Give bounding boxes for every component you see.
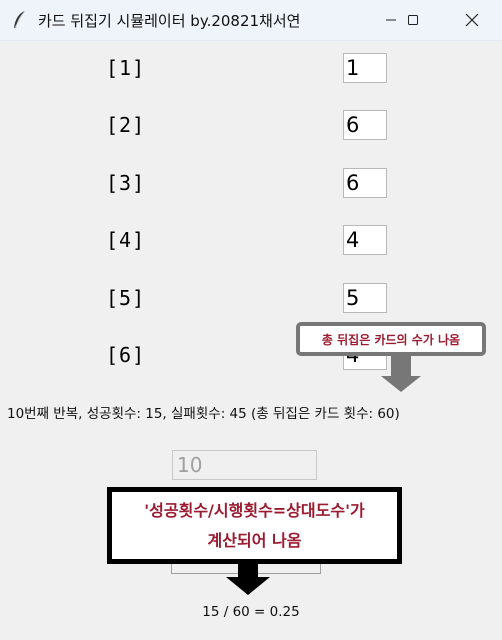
- result-text: 15 / 60 = 0.25: [202, 604, 300, 620]
- value-field-2[interactable]: 6: [343, 110, 387, 140]
- maximize-button[interactable]: [390, 0, 436, 40]
- relative-frequency-annotation: '성공횟수/시행횟수=상대도수'가 계산되어 나옴: [107, 487, 402, 564]
- feather-icon: [10, 9, 30, 31]
- arrow-down-icon: [226, 561, 270, 595]
- value-field-4[interactable]: 4: [343, 225, 387, 255]
- arrow-down-icon: [381, 356, 421, 392]
- status-text: 10번째 반복, 성공횟수: 15, 실패횟수: 45 (총 뒤집은 카드 횟수…: [7, 406, 400, 422]
- row-label-6: [6]: [106, 343, 146, 367]
- maximize-icon: [408, 15, 418, 25]
- relative-frequency-annotation-line2: 계산되어 나옴: [207, 530, 302, 550]
- iteration-count-field[interactable]: 10: [172, 450, 317, 480]
- close-icon: [465, 13, 479, 27]
- value-field-5[interactable]: 5: [343, 283, 387, 313]
- total-cards-annotation: 총 뒤집은 카드의 수가 나옴: [296, 322, 486, 356]
- row-label-4: [4]: [106, 228, 146, 252]
- relative-frequency-annotation-line1: '성공횟수/시행횟수=상대도수'가: [144, 500, 365, 520]
- value-field-1[interactable]: 1: [343, 53, 387, 83]
- row-label-1: [1]: [106, 56, 146, 80]
- total-cards-annotation-text: 총 뒤집은 카드의 수가 나옴: [321, 332, 461, 347]
- title-bar[interactable]: 카드 뒤집기 시뮬레이터 by.20821채서연: [0, 0, 502, 41]
- window-title: 카드 뒤집기 시뮬레이터 by.20821채서연: [38, 12, 301, 30]
- value-field-3[interactable]: 6: [343, 168, 387, 198]
- row-label-2: [2]: [106, 113, 146, 137]
- close-button[interactable]: [449, 0, 495, 40]
- row-label-3: [3]: [106, 171, 146, 195]
- app-window: 카드 뒤집기 시뮬레이터 by.20821채서연 [1] 1 [2] 6 [3]…: [0, 0, 502, 640]
- row-label-5: [5]: [106, 286, 146, 310]
